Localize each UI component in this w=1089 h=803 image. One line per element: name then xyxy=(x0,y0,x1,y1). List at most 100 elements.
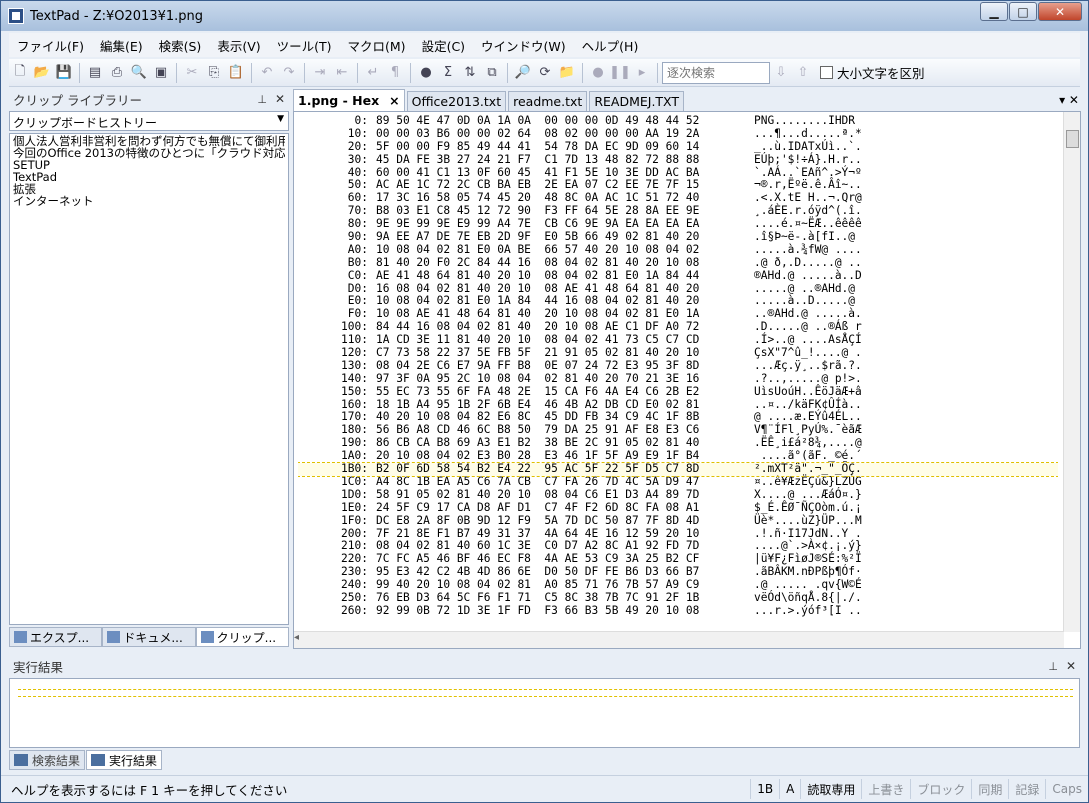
clip-item[interactable]: 個人法人営利非営利を問わず何方でも無償にて御利用 xyxy=(13,135,285,147)
hex-ascii: .?..,.....@ p!>. xyxy=(754,371,862,385)
hex-row[interactable]: 1D0: 58 91 05 02 81 40 20 10 08 04 C6 E1 … xyxy=(298,488,1058,502)
hex-row[interactable]: 150: 55 EC 73 55 6F FA 48 2E 15 CA F6 4A … xyxy=(298,385,1058,399)
clip-item[interactable]: インターネット xyxy=(13,195,285,207)
hex-row[interactable]: C0: AE 41 48 64 81 40 20 10 08 04 02 81 E… xyxy=(298,269,1058,283)
clip-item[interactable]: TextPad xyxy=(13,171,285,183)
redo-icon[interactable]: ↷ xyxy=(279,63,299,83)
hex-offset: 140: xyxy=(341,371,368,385)
search-prev-icon[interactable]: ⇧ xyxy=(793,63,813,83)
menu-file[interactable]: ファイル(F) xyxy=(9,36,92,55)
word-wrap-icon[interactable]: ↵ xyxy=(363,63,383,83)
hex-row[interactable]: 260: 92 99 0B 72 1D 3E 1F FD F3 66 B3 5B … xyxy=(298,604,1058,618)
hex-row[interactable]: 1F0: DC E8 2A 8F 0B 9D 12 F9 5A 7D DC 50 … xyxy=(298,514,1058,528)
play-macro-icon[interactable]: ▸ xyxy=(632,63,652,83)
close-pane-icon[interactable]: ✕ xyxy=(1066,659,1076,673)
vertical-scrollbar[interactable] xyxy=(1063,112,1080,632)
sort-icon[interactable]: ⇅ xyxy=(460,63,480,83)
hex-row[interactable]: 1E0: 24 5F C9 17 CA D8 AF D1 C7 4F F2 6D … xyxy=(298,501,1058,515)
menu-window[interactable]: ウインドウ(W) xyxy=(473,36,574,55)
hex-row[interactable]: 30: 45 DA FE 3B 27 24 21 F7 C1 7D 13 48 8… xyxy=(298,153,1058,167)
compare-icon[interactable]: ⧉ xyxy=(482,63,502,83)
scroll-thumb[interactable] xyxy=(1066,130,1079,148)
tab-document[interactable]: READMEJ.TXT xyxy=(589,91,685,111)
close-window-button[interactable]: ✕ xyxy=(1038,2,1082,21)
minimize-button[interactable]: ▁ xyxy=(980,2,1008,21)
hex-row[interactable]: A0: 10 08 04 02 81 E0 0A BE 66 57 40 20 1… xyxy=(298,242,1058,257)
find-icon[interactable]: 🔎 xyxy=(513,63,533,83)
clip-library-title: クリップ ライブラリー xyxy=(13,92,142,108)
hex-bytes: 81 40 20 F0 2C 84 44 16 08 04 02 81 40 2… xyxy=(376,255,700,269)
hex-bytes: 10 08 04 02 81 E0 0A BE 66 57 40 20 10 0… xyxy=(376,242,700,256)
record-macro-icon[interactable]: ● xyxy=(588,63,608,83)
find-in-files-icon[interactable]: 📁 xyxy=(557,63,577,83)
undo-icon[interactable]: ↶ xyxy=(257,63,277,83)
hex-row[interactable]: 0: 89 50 4E 47 0D 0A 1A 0A 00 00 00 0D 49… xyxy=(298,115,1058,128)
clip-item[interactable]: 拡張 xyxy=(13,183,285,195)
print-icon[interactable]: ⎙ xyxy=(107,63,127,83)
tab-clip-library-label: クリップ... xyxy=(216,630,277,645)
menu-settings[interactable]: 設定(C) xyxy=(414,36,473,55)
save-icon[interactable]: 💾 xyxy=(54,63,74,83)
tab-tool-output[interactable]: 実行結果 xyxy=(86,750,163,770)
outdent-icon[interactable]: ⇤ xyxy=(332,63,352,83)
match-case-checkbox[interactable] xyxy=(820,66,833,79)
hex-row[interactable]: 120: C7 73 58 22 37 5E FB 5F 21 91 05 02 … xyxy=(298,346,1058,360)
chevron-down-icon: ▼ xyxy=(277,114,284,124)
statistics-icon[interactable]: Σ xyxy=(438,63,458,83)
paste-icon[interactable]: 📋 xyxy=(226,63,246,83)
tab-explorer[interactable]: エクスプ... xyxy=(9,627,103,647)
close-tab-icon[interactable]: × xyxy=(389,93,399,108)
clip-item[interactable]: 今回のOffice 2013の特徴のひとつに「クラウド対応」機能の xyxy=(13,147,285,159)
hex-ascii: .@ ð,.D.....@ .. xyxy=(754,255,862,269)
tab-document[interactable]: Office2013.txt xyxy=(406,91,507,111)
textpad-app-icon[interactable] xyxy=(8,8,24,24)
menu-tools[interactable]: ツール(T) xyxy=(269,36,340,55)
maximize-button[interactable]: □ xyxy=(1009,2,1037,21)
status-caps: Caps xyxy=(1045,779,1088,799)
menu-view[interactable]: 表示(V) xyxy=(209,36,268,55)
hex-row[interactable]: 130: 08 04 2E C6 E7 9A FF B8 0E 07 24 72 … xyxy=(298,359,1058,373)
pause-macro-icon[interactable]: ❚❚ xyxy=(609,63,631,83)
search-next-icon[interactable]: ⇩ xyxy=(771,63,791,83)
menu-help[interactable]: ヘルプ(H) xyxy=(574,36,647,55)
hex-row[interactable]: 140: 97 3F 0A 95 2C 10 08 04 02 81 40 20 … xyxy=(298,371,1058,386)
incremental-search-input[interactable] xyxy=(662,61,770,84)
pin-icon[interactable]: ⊥ xyxy=(1048,660,1058,673)
documents-icon xyxy=(107,631,121,643)
tab-menu-icon[interactable]: ▾ ✕ xyxy=(1059,93,1079,107)
show-marks-icon[interactable]: ¶ xyxy=(385,63,405,83)
save-all-icon[interactable]: ▤ xyxy=(85,63,105,83)
tab-documents[interactable]: ドキュメ... xyxy=(102,627,196,647)
clip-library-select[interactable]: クリップボードヒストリー ▼ xyxy=(9,111,289,131)
spell-check-icon[interactable]: ● xyxy=(416,63,436,83)
tab-document-active[interactable]: 1.png - Hex × xyxy=(293,89,405,111)
clip-item[interactable]: SETUP xyxy=(13,159,285,171)
hex-row[interactable]: 1B0: B2 0F 6D 58 54 B2 E4 22 95 AC 5F 22 … xyxy=(298,462,1058,477)
hex-row[interactable]: 1C0: A4 8C 1B EA A5 C6 7A CB C7 FA 26 7D … xyxy=(298,475,1058,489)
menu-edit[interactable]: 編集(E) xyxy=(92,36,151,55)
hex-row[interactable]: 10: 00 00 03 B6 00 00 02 64 08 02 00 00 0… xyxy=(298,127,1058,141)
cut-icon[interactable]: ✂ xyxy=(182,63,202,83)
menu-macro[interactable]: マクロ(M) xyxy=(340,36,414,55)
replace-icon[interactable]: ⟳ xyxy=(535,63,555,83)
indent-icon[interactable]: ⇥ xyxy=(310,63,330,83)
horizontal-scrollbar[interactable]: ◂ xyxy=(294,631,1064,648)
print-preview-icon[interactable]: 🔍 xyxy=(129,63,149,83)
document-properties-icon[interactable]: ▣ xyxy=(151,63,171,83)
status-overwrite: 上書き xyxy=(861,779,910,799)
tab-clip-library[interactable]: クリップ... xyxy=(195,627,289,647)
copy-icon[interactable]: ⎘ xyxy=(204,63,224,83)
hex-row[interactable]: 250: 76 EB D3 64 5C F6 F1 71 C5 8C 38 7B … xyxy=(298,591,1058,605)
menu-search[interactable]: 検索(S) xyxy=(151,36,210,55)
open-folder-icon[interactable]: 📂 xyxy=(32,63,52,83)
tab-document[interactable]: readme.txt xyxy=(508,91,588,111)
pin-icon[interactable]: ⊥ xyxy=(257,93,267,106)
hex-row[interactable]: 90: 9A EE A7 DE 7E EB 2D 9F E0 5B 66 49 0… xyxy=(298,230,1058,244)
tab-search-results[interactable]: 検索結果 xyxy=(9,750,86,770)
hex-row[interactable]: 20: 5F 00 00 F9 85 49 44 41 54 78 DA EC 9… xyxy=(298,140,1058,154)
output-results[interactable] xyxy=(9,678,1080,748)
hex-view[interactable]: 0: 89 50 4E 47 0D 0A 1A 0A 00 00 00 0D 49… xyxy=(293,111,1081,649)
close-pane-icon[interactable]: ✕ xyxy=(275,92,285,106)
hex-row[interactable]: B0: 81 40 20 F0 2C 84 44 16 08 04 02 81 4… xyxy=(298,255,1058,270)
new-file-icon[interactable]: 🗋 xyxy=(10,63,30,83)
